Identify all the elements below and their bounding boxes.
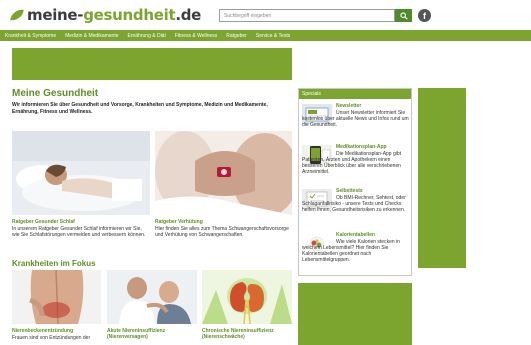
special-text-kalorientabellen: Wie viele Kalorien stecken in welchem Le…	[302, 239, 400, 263]
nav-medizin-medikamente[interactable]: Medizin & Medikamente	[65, 33, 118, 39]
special-title-newsletter[interactable]: Newsletter	[336, 103, 361, 109]
special-title-selbsttests[interactable]: Selbsttests	[336, 188, 363, 194]
focus-image-1[interactable]	[12, 270, 101, 324]
search-icon	[399, 11, 408, 20]
teaser-title-contraception[interactable]: Ratgeber Verhütung	[155, 219, 292, 225]
section-title-focus: Krankheiten im Fokus	[12, 259, 96, 268]
special-text-medikationsplan: Die Medikationsplan-App gibt Patienten, …	[302, 151, 402, 175]
nav-fitness-wellness[interactable]: Fitness & Wellness	[175, 33, 217, 39]
teaser-image-sleep[interactable]	[12, 131, 150, 215]
nav-krankheit-symptome[interactable]: Krankheit & Symptome	[5, 33, 56, 39]
site-header: meine-gesundheit.de Suchbegriff eingeben…	[0, 0, 531, 30]
leaf-logo-icon	[10, 8, 24, 22]
site-logo[interactable]: meine-gesundheit.de	[10, 6, 201, 24]
special-title-medikationsplan[interactable]: Medikationsplan-App	[336, 144, 387, 150]
search-button[interactable]	[395, 9, 412, 22]
logo-text-3: .de	[175, 6, 202, 24]
specials-box: Specials Newsletter Unser Newsletter inf…	[298, 88, 412, 276]
kidney-image	[202, 270, 292, 324]
specials-heading: Specials	[299, 89, 411, 99]
facebook-icon[interactable]: f	[418, 9, 431, 22]
logo-text-1: meine-	[27, 6, 84, 24]
back-pain-image	[12, 270, 101, 324]
focus-title-3[interactable]: Chronische Niereninsuffizienz (Nierensch…	[202, 328, 294, 340]
ad-banner[interactable]	[12, 48, 292, 80]
logo-text-2: gesundheit	[83, 6, 176, 24]
page-title: Meine Gesundheit	[12, 88, 99, 99]
intro-text: Wir informieren Sie über Gesundheit und …	[12, 102, 268, 115]
nav-ratgeber[interactable]: Ratgeber	[226, 33, 247, 39]
special-title-kalorientabellen[interactable]: Kalorientabellen	[336, 232, 375, 238]
ad-skyscraper[interactable]	[418, 88, 466, 268]
nav-service-tests[interactable]: Service & Tests	[256, 33, 290, 39]
couple-image	[155, 131, 292, 215]
focus-image-3[interactable]	[202, 270, 292, 324]
special-text-newsletter: Unser Newsletter informiert Sie kostenlo…	[302, 110, 409, 128]
ad-rectangle[interactable]	[298, 283, 412, 345]
special-text-selbsttests: Ob BMI-Rechner, Sehtest, oder Schlaganfa…	[302, 195, 406, 213]
teaser-text-contraception: Hier finden Sie alles zum Thema Schwange…	[155, 226, 289, 238]
doctor-patient-image	[107, 270, 197, 324]
sleeping-woman-image	[12, 131, 150, 215]
main-navigation: Krankheit & Symptome Medizin & Medikamen…	[0, 30, 531, 41]
teaser-text-sleep: In unserem Ratgeber Gesunder Schlaf info…	[12, 226, 146, 238]
nav-ernaehrung-diaet[interactable]: Ernährung & Diät	[128, 33, 166, 39]
focus-text-1: Frauen sind von Entzündungen der	[12, 335, 91, 341]
search-input[interactable]: Suchbegriff eingeben	[219, 9, 395, 22]
focus-title-1[interactable]: Nierenbeckenentzündung	[12, 328, 104, 334]
teaser-title-sleep[interactable]: Ratgeber Gesunder Schlaf	[12, 219, 152, 225]
focus-image-2[interactable]	[107, 270, 197, 324]
focus-title-2[interactable]: Akute Niereninsuffizienz (Nierenversagen…	[107, 328, 199, 340]
teaser-image-contraception[interactable]	[155, 131, 292, 215]
